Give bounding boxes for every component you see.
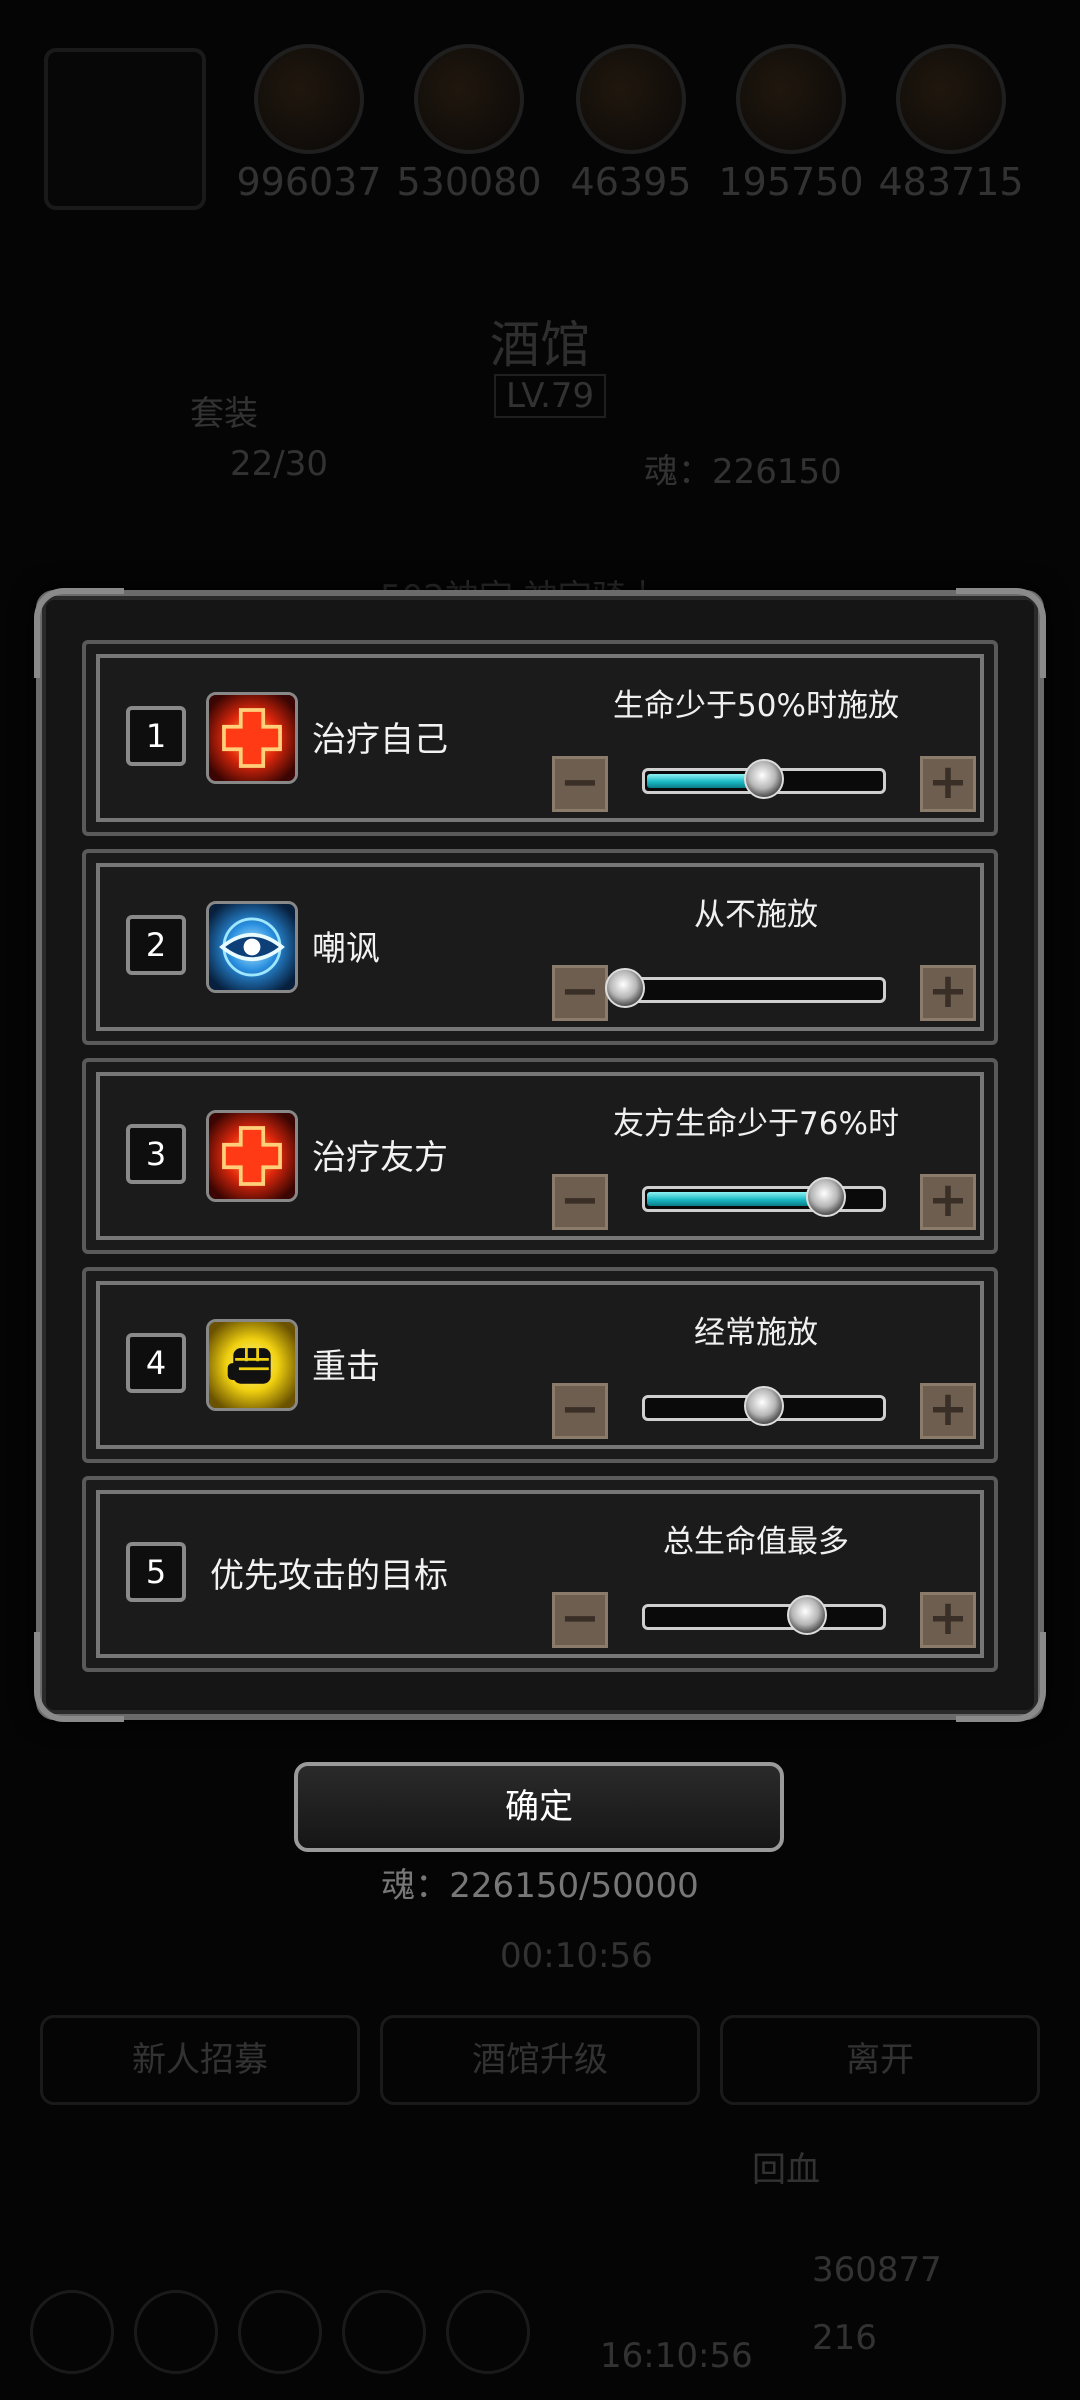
slider-knob[interactable]	[605, 968, 645, 1008]
nav-button	[134, 2290, 218, 2374]
decrease-button[interactable]: −	[552, 756, 608, 812]
skill-name: 治疗友方	[312, 1138, 448, 1178]
nav-button	[30, 2290, 114, 2374]
increase-button[interactable]: +	[920, 965, 976, 1021]
soul-top-label: 魂：226150	[644, 452, 842, 492]
resource-wood: 530080	[394, 44, 544, 204]
resource-crystal: 195750	[716, 44, 866, 204]
decrease-button[interactable]: −	[552, 965, 608, 1021]
iron-icon	[576, 44, 686, 154]
slider-fill	[647, 1192, 826, 1206]
decrease-button[interactable]: −	[552, 1592, 608, 1648]
skill-name: 重击	[312, 1347, 380, 1387]
soul-counter: 魂：226150/50000	[381, 1866, 699, 1906]
cast-condition: 从不施放	[694, 897, 818, 933]
heal-self-icon	[206, 692, 298, 784]
cast-condition: 友方生命少于76%时	[613, 1106, 899, 1142]
increase-button[interactable]: +	[920, 1383, 976, 1439]
avatar	[44, 48, 206, 210]
resource-bar: 996037 530080 46395 195750 483715	[44, 44, 1050, 214]
leave-button: 离开	[720, 2015, 1040, 2105]
cast-condition: 经常施放	[694, 1315, 818, 1351]
condition-slider[interactable]	[642, 1177, 886, 1217]
nav-button	[446, 2290, 530, 2374]
tag-label: 套装	[190, 394, 258, 434]
priority-badge: 4	[126, 1333, 186, 1393]
skill-row: 5 优先攻击的目标 总生命值最多 − +	[82, 1476, 998, 1672]
priority-badge: 5	[126, 1542, 186, 1602]
condition-slider[interactable]	[605, 968, 886, 1008]
condition-slider[interactable]	[642, 1595, 886, 1635]
level-label: LV.79	[494, 374, 607, 418]
resource-feather: 483715	[876, 44, 1026, 204]
priority-badge: 1	[126, 706, 186, 766]
priority-badge: 3	[126, 1124, 186, 1184]
taunt-eye-icon	[206, 901, 298, 993]
slider-knob[interactable]	[744, 1386, 784, 1426]
recruit-button: 新人招募	[40, 2015, 360, 2105]
skill-row: 4 重击 经常施放 − +	[82, 1267, 998, 1463]
resource-ore: 996037	[234, 44, 384, 204]
feather-icon	[896, 44, 1006, 154]
upgrade-button: 酒馆升级	[380, 2015, 700, 2105]
increase-button[interactable]: +	[920, 1592, 976, 1648]
fist-icon	[206, 1319, 298, 1411]
heal-label: 回血	[752, 2150, 820, 2190]
nav-button	[238, 2290, 322, 2374]
skill-name: 嘲讽	[312, 929, 380, 969]
increase-button[interactable]: +	[920, 1174, 976, 1230]
wood-icon	[414, 44, 524, 154]
skill-name: 治疗自己	[312, 720, 448, 760]
count-label: 22/30	[230, 444, 328, 484]
slider-knob[interactable]	[744, 759, 784, 799]
skill-row: 3 治疗友方 友方生命少于76%时 − +	[82, 1058, 998, 1254]
clock-label: 16:10:56	[600, 2336, 753, 2376]
skill-row: 1 治疗自己 生命少于50%时施放 − +	[82, 640, 998, 836]
resource-iron: 46395	[556, 44, 706, 204]
skill-name: 优先攻击的目标	[210, 1556, 448, 1596]
heal-ally-icon	[206, 1110, 298, 1202]
confirm-button[interactable]: 确定	[294, 1762, 784, 1852]
condition-slider[interactable]	[642, 759, 886, 799]
cast-condition: 总生命值最多	[663, 1524, 849, 1560]
increase-button[interactable]: +	[920, 756, 976, 812]
ore-icon	[254, 44, 364, 154]
slider-knob[interactable]	[805, 1177, 846, 1217]
page-title: 酒馆	[490, 316, 590, 374]
timer-label: 00:10:56	[500, 1936, 653, 1976]
gem-amount: 216	[812, 2318, 877, 2358]
gold-amount: 360877	[812, 2250, 942, 2290]
slider-knob[interactable]	[786, 1595, 827, 1635]
skill-row: 2 嘲讽 从不施放 − +	[82, 849, 998, 1045]
crystal-icon	[736, 44, 846, 154]
nav-button	[342, 2290, 426, 2374]
priority-badge: 2	[126, 915, 186, 975]
cast-condition: 生命少于50%时施放	[613, 688, 899, 724]
decrease-button[interactable]: −	[552, 1383, 608, 1439]
condition-slider[interactable]	[642, 1386, 886, 1426]
decrease-button[interactable]: −	[552, 1174, 608, 1230]
